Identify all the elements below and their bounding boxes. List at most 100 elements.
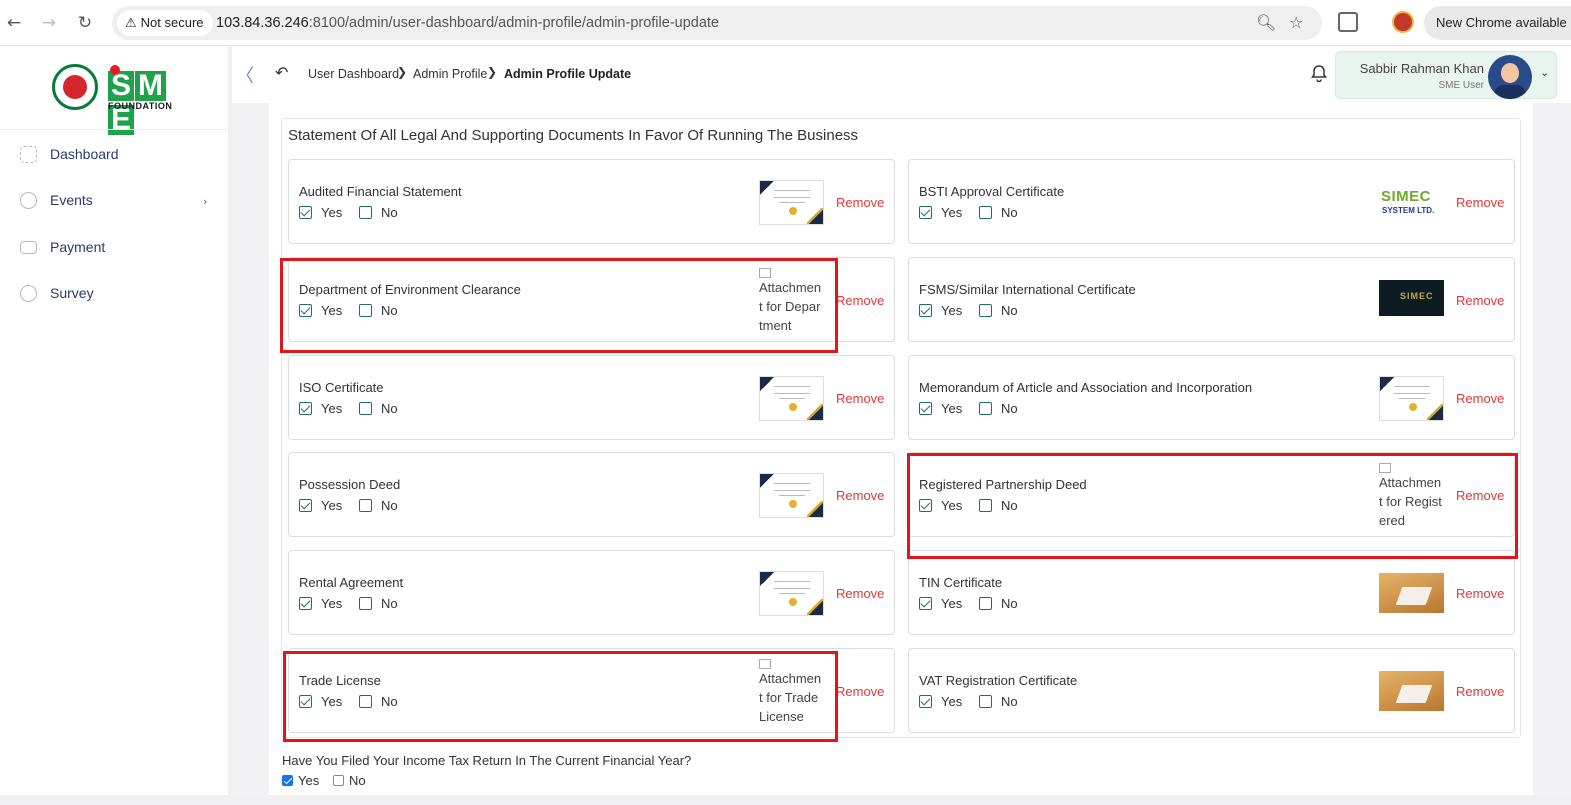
document-title: FSMS/Similar International Certificate <box>919 282 1136 297</box>
thumb-line <box>1399 398 1425 399</box>
no-checkbox[interactable] <box>979 206 992 219</box>
simec-dark-thumbnail[interactable]: SIMEC <box>1379 280 1444 316</box>
document-title: TIN Certificate <box>919 575 1003 590</box>
bottom-scroll-area <box>0 795 1571 805</box>
yes-checkbox[interactable] <box>299 499 312 512</box>
document-title: ISO Certificate <box>299 380 384 395</box>
logo-dot <box>110 65 120 75</box>
thumb-line <box>774 581 810 582</box>
chevron-down-icon[interactable]: ⌄ <box>1540 66 1549 79</box>
seal-icon <box>789 207 797 215</box>
back-arrow-icon[interactable]: ← <box>2 11 26 35</box>
breadcrumb-user-dashboard[interactable]: User Dashboard <box>308 67 399 81</box>
thumb-line <box>774 588 810 589</box>
yes-checkbox[interactable] <box>919 597 932 610</box>
bangladesh-seal-icon <box>52 64 98 110</box>
yes-checkbox[interactable] <box>299 597 312 610</box>
not-secure-chip[interactable]: ⚠ Not secure <box>117 10 213 36</box>
certificate-thumbnail[interactable] <box>759 473 824 518</box>
no-checkbox[interactable] <box>979 695 992 708</box>
remove-link[interactable]: Remove <box>836 391 884 406</box>
yes-checkbox[interactable] <box>919 304 932 317</box>
document-title: Memorandum of Article and Association an… <box>919 380 1253 395</box>
document-card: Memorandum of Article and Association an… <box>908 355 1515 440</box>
document-card: ISO Certificate Yes No Remove <box>288 355 895 440</box>
thumb-line <box>774 197 810 198</box>
remove-link[interactable]: Remove <box>836 293 884 308</box>
remove-link[interactable]: Remove <box>1456 586 1504 601</box>
address-bar[interactable]: ⚠ Not secure 103.84.36.246:8100/admin/use… <box>112 6 1322 40</box>
tax-no-checkbox[interactable] <box>333 775 344 786</box>
profile-avatar-icon[interactable] <box>1392 11 1414 33</box>
no-checkbox[interactable] <box>979 304 992 317</box>
url-text[interactable]: 103.84.36.246:8100/admin/user-dashboard/… <box>216 15 719 31</box>
breadcrumb-admin-profile[interactable]: Admin Profile <box>413 67 487 81</box>
no-checkbox[interactable] <box>359 597 372 610</box>
reload-icon[interactable]: ↻ <box>73 11 97 35</box>
remove-link[interactable]: Remove <box>1456 195 1504 210</box>
yes-checkbox[interactable] <box>919 695 932 708</box>
document-title: VAT Registration Certificate <box>919 673 1078 688</box>
no-checkbox[interactable] <box>979 597 992 610</box>
logo-subtitle: FOUNDATION <box>108 101 173 111</box>
chevron-right-icon: ❯ <box>397 65 408 79</box>
new-chrome-button[interactable]: New Chrome available <box>1424 6 1571 40</box>
yes-checkbox[interactable] <box>299 402 312 415</box>
seal-icon <box>789 403 797 411</box>
remove-link[interactable]: Remove <box>836 195 884 210</box>
sme-foundation-logo[interactable]: S ME FOUNDATION <box>52 61 177 135</box>
forward-arrow-icon[interactable]: → <box>37 11 61 35</box>
remove-link[interactable]: Remove <box>1456 391 1504 406</box>
user-name: Sabbir Rahman Khan <box>1359 61 1484 76</box>
document-title: Audited Financial Statement <box>299 184 462 199</box>
remove-link[interactable]: Remove <box>1456 293 1504 308</box>
highlight-box <box>280 258 838 353</box>
bell-icon[interactable] <box>1310 64 1328 82</box>
zoom-icon[interactable]: 🔍︎ <box>1256 13 1276 32</box>
remove-link[interactable]: Remove <box>836 684 884 699</box>
browser-toolbar: ← → ↻ ⚠ Not secure 103.84.36.246:8100/adm… <box>0 0 1571 46</box>
document-title: BSTI Approval Certificate <box>919 184 1065 199</box>
user-menu[interactable]: Sabbir Rahman Khan SME User ⌄ <box>1335 51 1557 99</box>
sidebar-item-label: Dashboard <box>50 146 119 162</box>
grid-icon <box>20 146 37 163</box>
no-checkbox[interactable] <box>979 402 992 415</box>
thumb-line <box>774 393 810 394</box>
thumb-line <box>774 483 810 484</box>
certificate-thumbnail[interactable] <box>759 571 824 616</box>
shield-icon <box>20 192 37 209</box>
remove-link[interactable]: Remove <box>836 586 884 601</box>
certificate-thumbnail[interactable] <box>759 376 824 421</box>
desk-photo-thumbnail[interactable] <box>1379 573 1444 613</box>
document-card: VAT Registration Certificate Yes No Remo… <box>908 648 1515 733</box>
desk-photo-thumbnail[interactable] <box>1379 671 1444 711</box>
thumb-line <box>1394 386 1430 387</box>
chevron-right-icon[interactable]: › <box>203 195 207 208</box>
yes-checkbox[interactable] <box>919 402 932 415</box>
certificate-thumbnail[interactable] <box>759 180 824 225</box>
seal-icon <box>789 500 797 508</box>
certificate-thumbnail[interactable] <box>1379 376 1444 421</box>
remove-link[interactable]: Remove <box>1456 684 1504 699</box>
simec-logo-thumbnail[interactable]: SIMEC SYSTEM LTD. <box>1379 180 1444 225</box>
no-checkbox[interactable] <box>359 499 372 512</box>
yes-checkbox[interactable] <box>299 206 312 219</box>
no-checkbox[interactable] <box>359 402 372 415</box>
seal-icon <box>789 598 797 606</box>
collapse-sidebar-icon[interactable]: 〈 <box>236 62 254 88</box>
extensions-icon[interactable] <box>1338 12 1358 32</box>
sidebar-item-label: Survey <box>50 285 94 301</box>
bookmark-star-icon[interactable]: ☆ <box>1289 13 1303 32</box>
back-icon[interactable]: ↶ <box>275 63 288 82</box>
tax-yes-checkbox[interactable] <box>282 775 293 786</box>
document-card: Audited Financial Statement Yes No Remov… <box>288 159 895 244</box>
avatar <box>1488 55 1532 99</box>
thumb-line <box>779 593 805 594</box>
no-checkbox[interactable] <box>359 206 372 219</box>
seal-icon <box>1409 403 1417 411</box>
document-card: Rental Agreement Yes No Remove <box>288 550 895 635</box>
remove-link[interactable]: Remove <box>836 488 884 503</box>
yes-checkbox[interactable] <box>919 206 932 219</box>
thumb-line <box>774 386 810 387</box>
document-card: BSTI Approval Certificate Yes No SIMEC S… <box>908 159 1515 244</box>
